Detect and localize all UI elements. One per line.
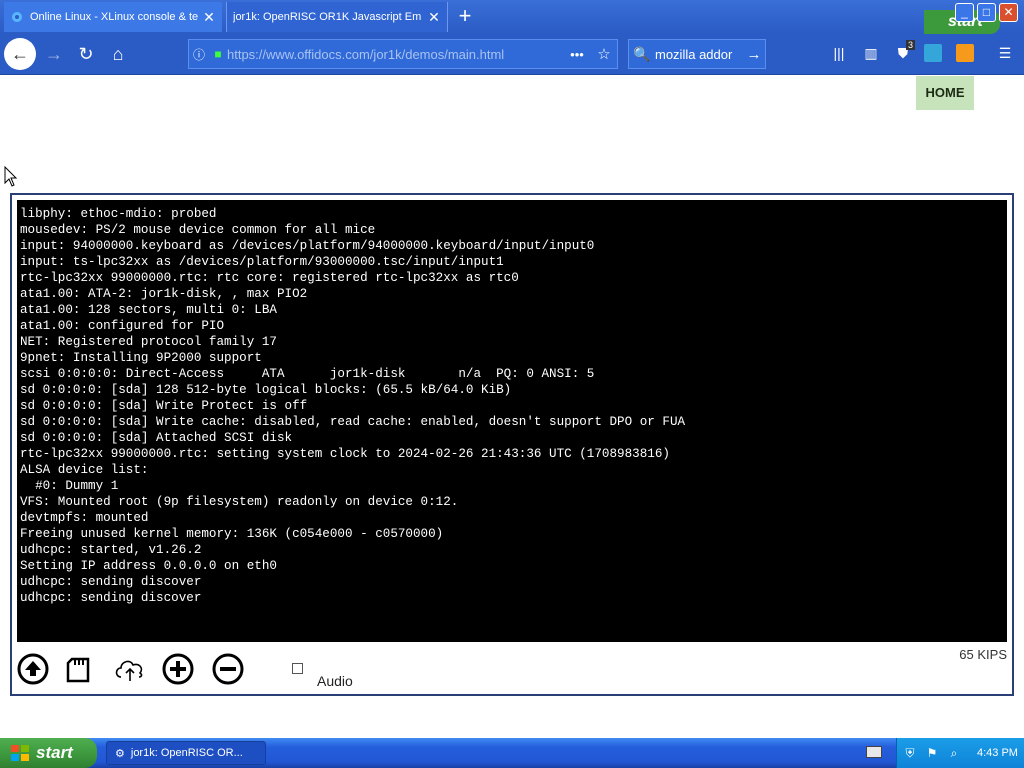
terminal-output: libphy: ethoc-mdio: probed mousedev: PS/… xyxy=(17,200,1007,606)
audio-label: Audio xyxy=(317,673,353,689)
windows-logo-icon xyxy=(11,745,29,761)
back-icon[interactable]: ← xyxy=(4,38,36,70)
url-text[interactable]: https://www.offidocs.com/jor1k/demos/mai… xyxy=(227,47,563,62)
home-link[interactable]: HOME xyxy=(916,76,974,110)
search-input[interactable]: mozilla addor xyxy=(655,47,743,62)
terminal-line: rtc-lpc32xx 99000000.rtc: rtc core: regi… xyxy=(20,271,519,285)
home-icon[interactable]: ⌂ xyxy=(102,38,134,70)
terminal-line: scsi 0:0:0:0: Direct-Access ATA jor1k-di… xyxy=(20,367,595,381)
speed-readout: 65 KIPS xyxy=(959,647,1007,662)
tab-online-linux[interactable]: Online Linux - XLinux console & te ✕ xyxy=(4,2,222,32)
terminal-line: input: ts-lpc32xx as /devices/platform/9… xyxy=(20,255,504,269)
maximize-button[interactable]: □ xyxy=(977,3,996,22)
start-label: start xyxy=(36,743,73,762)
terminal-line: #0: Dummy 1 xyxy=(20,479,119,493)
page-actions-icon[interactable]: ••• xyxy=(563,47,591,62)
terminal-line: ALSA device list: xyxy=(20,463,149,477)
network-icon[interactable]: ⚑ xyxy=(923,746,941,760)
terminal-line: sd 0:0:0:0: [sda] Attached SCSI disk xyxy=(20,431,293,445)
extension-icon[interactable] xyxy=(956,44,974,62)
terminal-line: sd 0:0:0:0: [sda] Write Protect is off xyxy=(20,399,308,413)
terminal-line: VFS: Mounted root (9p filesystem) readon… xyxy=(20,495,459,509)
browser-tab-strip: Online Linux - XLinux console & te ✕ jor… xyxy=(0,0,1024,34)
terminal-line: mousedev: PS/2 mouse device common for a… xyxy=(20,223,376,237)
ublock-badge: 3 xyxy=(906,40,916,50)
search-icon: 🔍 xyxy=(633,45,651,62)
taskbar-item-browser[interactable]: ⚙ jor1k: OpenRISC OR... xyxy=(106,741,266,765)
close-window-button[interactable]: ✕ xyxy=(999,3,1018,22)
info-icon[interactable]: ⓘ xyxy=(189,46,209,63)
close-tab-icon[interactable]: ✕ xyxy=(427,9,441,26)
shield-icon[interactable]: ⛨ xyxy=(901,746,919,761)
terminal-line: ata1.00: ATA-2: jor1k-disk, , max PIO2 xyxy=(20,287,308,301)
system-tray: ⛨ ⚑ ⌕ 4:43 PM xyxy=(896,738,1024,768)
terminal-line: 9pnet: Installing 9P2000 support xyxy=(20,351,262,365)
terminal-line: rtc-lpc32xx 99000000.rtc: setting system… xyxy=(20,447,670,461)
zoom-in-icon[interactable] xyxy=(162,653,194,685)
new-tab-button[interactable]: + xyxy=(452,4,478,30)
bookmark-star-icon[interactable]: ☆ xyxy=(591,45,617,63)
tab-jor1k[interactable]: jor1k: OpenRISC OR1K Javascript Em ✕ xyxy=(226,2,448,32)
start-button[interactable]: start xyxy=(0,738,97,768)
upload-icon[interactable] xyxy=(17,653,49,685)
save-icon[interactable] xyxy=(64,653,96,685)
search-icon[interactable]: ⌕ xyxy=(945,746,963,761)
gear-icon: ⚙ xyxy=(115,747,125,760)
lock-icon: ■ xyxy=(214,47,222,61)
emulator-panel: libphy: ethoc-mdio: probed mousedev: PS/… xyxy=(10,193,1014,696)
terminal-line: udhcpc: started, v1.26.2 xyxy=(20,543,202,557)
terminal-line: Setting IP address 0.0.0.0 on eth0 xyxy=(20,559,277,573)
terminal-line: sd 0:0:0:0: [sda] Write cache: disabled,… xyxy=(20,415,686,429)
minimize-button[interactable]: _ xyxy=(955,3,974,22)
clock: 4:43 PM xyxy=(977,747,1018,759)
taskbar-item-label: jor1k: OpenRISC OR... xyxy=(130,747,243,759)
mouse-cursor-icon xyxy=(4,166,18,187)
terminal-line: input: 94000000.keyboard as /devices/pla… xyxy=(20,239,595,253)
terminal-line: ata1.00: configured for PIO xyxy=(20,319,225,333)
tab-title: Online Linux - XLinux console & te xyxy=(30,11,199,23)
menu-icon[interactable]: ☰ xyxy=(994,42,1016,64)
search-bar[interactable]: 🔍 mozilla addor → xyxy=(628,39,766,69)
terminal-line: devtmpfs: mounted xyxy=(20,511,149,525)
browser-toolbar: ← → ↻ ⌂ ⓘ ■ https://www.offidocs.com/jor… xyxy=(0,34,1024,75)
url-bar[interactable]: ⓘ ■ https://www.offidocs.com/jor1k/demos… xyxy=(188,39,618,69)
forward-icon[interactable]: → xyxy=(38,38,70,70)
terminal-line: NET: Registered protocol family 17 xyxy=(20,335,277,349)
zoom-out-icon[interactable] xyxy=(212,653,244,685)
audio-checkbox[interactable] xyxy=(292,663,303,674)
gear-favicon-icon xyxy=(12,12,22,22)
cloud-upload-icon[interactable] xyxy=(112,653,148,685)
reload-icon[interactable]: ↻ xyxy=(70,38,102,70)
arrow-right-icon[interactable]: → xyxy=(743,46,765,63)
tab-title: jor1k: OpenRISC OR1K Javascript Em xyxy=(233,11,422,23)
close-tab-icon[interactable]: ✕ xyxy=(202,9,216,26)
terminal-line: udhcpc: sending discover xyxy=(20,591,202,605)
terminal-screen[interactable]: libphy: ethoc-mdio: probed mousedev: PS/… xyxy=(17,200,1007,642)
terminal-line: libphy: ethoc-mdio: probed xyxy=(20,207,217,221)
library-icon[interactable]: ||| xyxy=(828,42,850,64)
terminal-line: udhcpc: sending discover xyxy=(20,575,202,589)
extension-icon[interactable] xyxy=(924,44,942,62)
sidebar-icon[interactable]: ▥ xyxy=(860,42,882,64)
terminal-line: Freeing unused kernel memory: 136K (c054… xyxy=(20,527,444,541)
terminal-line: ata1.00: 128 sectors, multi 0: LBA xyxy=(20,303,277,317)
terminal-line: sd 0:0:0:0: [sda] 128 512-byte logical b… xyxy=(20,383,512,397)
keyboard-icon[interactable] xyxy=(866,746,882,758)
